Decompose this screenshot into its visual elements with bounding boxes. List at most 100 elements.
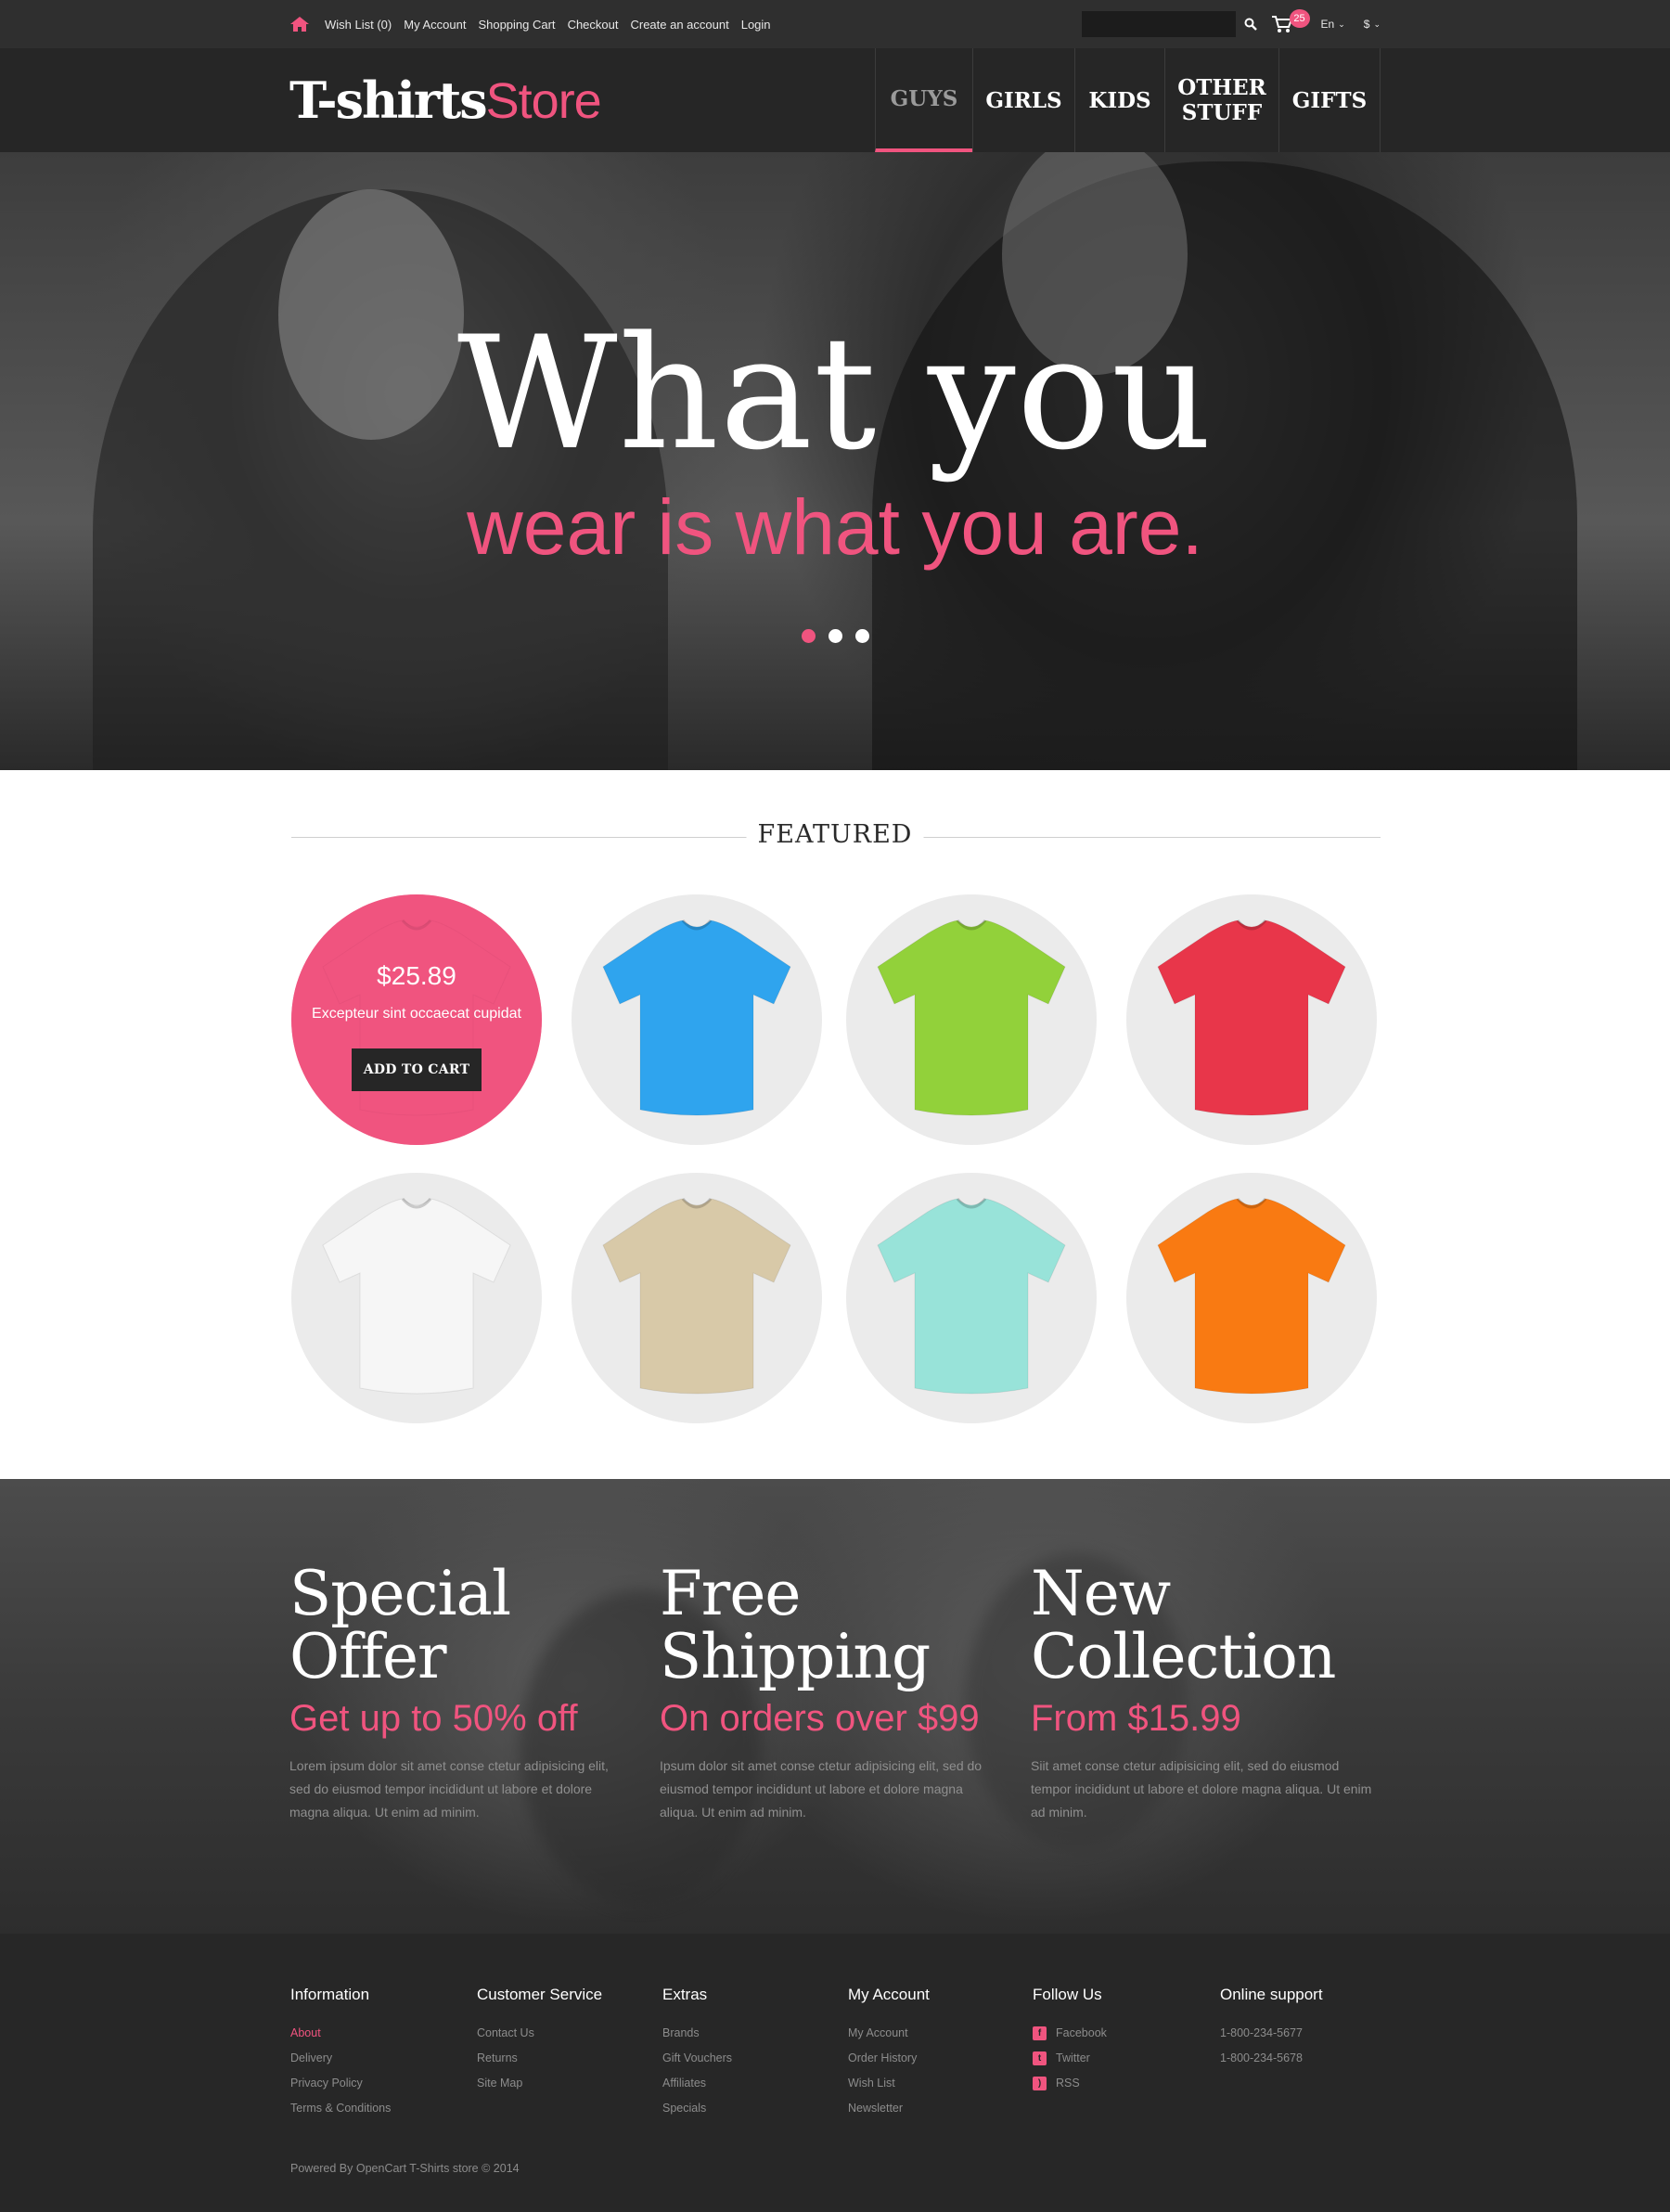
shopping-cart-link[interactable]: Shopping Cart — [478, 18, 555, 32]
wishlist-link[interactable]: Wish List (0) — [325, 18, 392, 32]
footer-link-wishlist[interactable]: Wish List — [848, 2071, 930, 2096]
nav-guys[interactable]: GUYS — [875, 48, 972, 152]
nav-gifts[interactable]: GIFTS — [1278, 48, 1381, 152]
nav-other-stuff[interactable]: OTHER STUFF — [1164, 48, 1278, 152]
product-card[interactable] — [572, 894, 822, 1145]
hero-headline: What you — [456, 302, 1214, 484]
footer-link-account[interactable]: My Account — [848, 2021, 930, 2046]
slider-pagination — [802, 629, 869, 643]
facebook-icon: f — [1033, 2026, 1047, 2040]
footer-online-support: Online support 1-800-234-5677 1-800-234-… — [1220, 1986, 1323, 2071]
support-phone: 1-800-234-5677 — [1220, 2026, 1303, 2039]
slider-dot[interactable] — [829, 629, 842, 643]
footer-link-facebook[interactable]: f Facebook — [1033, 2021, 1107, 2046]
nav-girls[interactable]: GIRLS — [972, 48, 1074, 152]
site-header: T-shirtsStore GUYS GIRLS KIDS OTHER STUFF… — [0, 48, 1670, 152]
promo-free-shipping[interactable]: Free Shipping On orders over $99 Ipsum do… — [660, 1563, 1003, 1824]
promo-subtitle: On orders over $99 — [660, 1698, 980, 1739]
language-value: En — [1320, 18, 1335, 31]
promo-new-collection[interactable]: New Collection From $15.99 Siit amet cons… — [1031, 1563, 1374, 1824]
footer-link-returns[interactable]: Returns — [477, 2046, 602, 2071]
promo-text: Siit amet conse ctetur adipisicing elit,… — [1031, 1758, 1372, 1820]
product-card[interactable] — [291, 1173, 542, 1423]
product-card[interactable] — [1126, 1173, 1377, 1423]
footer-heading: My Account — [848, 1986, 930, 2003]
cart-icon[interactable]: 25 — [1271, 9, 1310, 37]
chevron-down-icon: ⌄ — [1338, 19, 1345, 29]
nav-kids[interactable]: KIDS — [1074, 48, 1164, 152]
product-card[interactable]: $25.89 Excepteur sint occaecat cupidat ADD… — [291, 894, 542, 1145]
footer-link-terms[interactable]: Terms & Conditions — [290, 2096, 391, 2121]
rss-icon: ) — [1033, 2077, 1047, 2090]
top-bar: Wish List (0) My Account Shopping Cart C… — [0, 0, 1670, 48]
footer-link-order-history[interactable]: Order History — [848, 2046, 930, 2071]
product-description: Excepteur sint occaecat cupidat — [312, 1006, 521, 1022]
footer-link-newsletter[interactable]: Newsletter — [848, 2096, 930, 2121]
search-icon[interactable] — [1240, 11, 1262, 37]
top-links: Wish List (0) My Account Shopping Cart C… — [289, 0, 783, 48]
tshirt-image — [602, 920, 791, 1116]
featured-title: FEATURED — [746, 820, 924, 849]
tshirt-image — [322, 1198, 511, 1395]
footer-link-rss[interactable]: ) RSS — [1033, 2071, 1107, 2096]
footer-link-specials[interactable]: Specials — [662, 2096, 732, 2121]
product-card[interactable] — [572, 1173, 822, 1423]
search-input[interactable] — [1081, 11, 1236, 37]
footer-link-affiliates[interactable]: Affiliates — [662, 2071, 732, 2096]
product-card[interactable] — [1126, 894, 1377, 1145]
top-right: 25 En ⌄ $ ⌄ — [1081, 0, 1381, 48]
checkout-link[interactable]: Checkout — [568, 18, 619, 32]
promo-title: New Collection — [1031, 1558, 1336, 1692]
logo-bold-text: T-shirts — [289, 71, 488, 130]
footer-link-privacy[interactable]: Privacy Policy — [290, 2071, 391, 2096]
store-logo[interactable]: T-shirtsStore — [289, 71, 602, 130]
promo-banner: Special Offer Get up to 50% off Lorem ips… — [0, 1479, 1670, 1934]
footer-link-delivery[interactable]: Delivery — [290, 2046, 391, 2071]
footer-link-brands[interactable]: Brands — [662, 2021, 732, 2046]
logo-light-text: Store — [485, 73, 602, 129]
product-card[interactable] — [846, 894, 1097, 1145]
tshirt-image — [877, 920, 1066, 1116]
promo-subtitle: From $15.99 — [1031, 1698, 1241, 1739]
footer-heading: Information — [290, 1986, 370, 2003]
footer-follow-us: Follow Us f Facebook t Twitter ) RSS — [1033, 1986, 1107, 2096]
promo-title: Free Shipping — [660, 1558, 931, 1692]
promo-special-offer[interactable]: Special Offer Get up to 50% off Lorem ips… — [289, 1563, 633, 1824]
powered-by: Powered By OpenCart T-Shirts store © 201… — [290, 2162, 520, 2175]
tshirt-image — [602, 1198, 791, 1395]
slider-dot[interactable] — [855, 629, 869, 643]
support-phone: 1-800-234-5678 — [1220, 2051, 1303, 2064]
slider-dot[interactable] — [802, 629, 816, 643]
main-nav: GUYS GIRLS KIDS OTHER STUFF GIFTS — [875, 48, 1381, 152]
footer-information: Information About Delivery Privacy Polic… — [290, 1986, 391, 2121]
hero-subline: wear is what you are. — [467, 483, 1203, 571]
footer-heading: Extras — [662, 1986, 708, 2003]
promo-text: Ipsum dolor sit amet conse ctetur adipis… — [660, 1758, 983, 1820]
footer-link-about[interactable]: About — [290, 2021, 391, 2046]
home-icon[interactable] — [289, 14, 312, 34]
footer-customer-service: Customer Service Contact Us Returns Site… — [477, 1986, 602, 2096]
promo-title: Special Offer — [289, 1558, 511, 1692]
language-dropdown[interactable]: En ⌄ — [1321, 18, 1345, 31]
currency-dropdown[interactable]: $ ⌄ — [1364, 18, 1381, 31]
cart-count-badge: 25 — [1289, 9, 1310, 28]
footer-link-twitter[interactable]: t Twitter — [1033, 2046, 1107, 2071]
footer-link-sitemap[interactable]: Site Map — [477, 2071, 602, 2096]
login-link[interactable]: Login — [741, 18, 771, 32]
footer-my-account: My Account My Account Order History Wish… — [848, 1986, 930, 2121]
product-price: $25.89 — [377, 961, 456, 990]
footer-extras: Extras Brands Gift Vouchers Affiliates S… — [662, 1986, 732, 2121]
footer-link-vouchers[interactable]: Gift Vouchers — [662, 2046, 732, 2071]
my-account-link[interactable]: My Account — [404, 18, 466, 32]
footer-heading: Online support — [1220, 1986, 1323, 2003]
tshirt-image — [1157, 1198, 1346, 1395]
create-account-link[interactable]: Create an account — [630, 18, 728, 32]
footer-link-contact[interactable]: Contact Us — [477, 2021, 602, 2046]
tshirt-image — [877, 1198, 1066, 1395]
hero-slider[interactable]: What you wear is what you are. — [0, 152, 1670, 770]
twitter-icon: t — [1033, 2051, 1047, 2065]
promo-text: Lorem ipsum dolor sit amet conse ctetur … — [289, 1758, 609, 1820]
product-card[interactable] — [846, 1173, 1097, 1423]
chevron-down-icon: ⌄ — [1373, 19, 1381, 29]
add-to-cart-button[interactable]: ADD TO CART — [352, 1048, 482, 1091]
